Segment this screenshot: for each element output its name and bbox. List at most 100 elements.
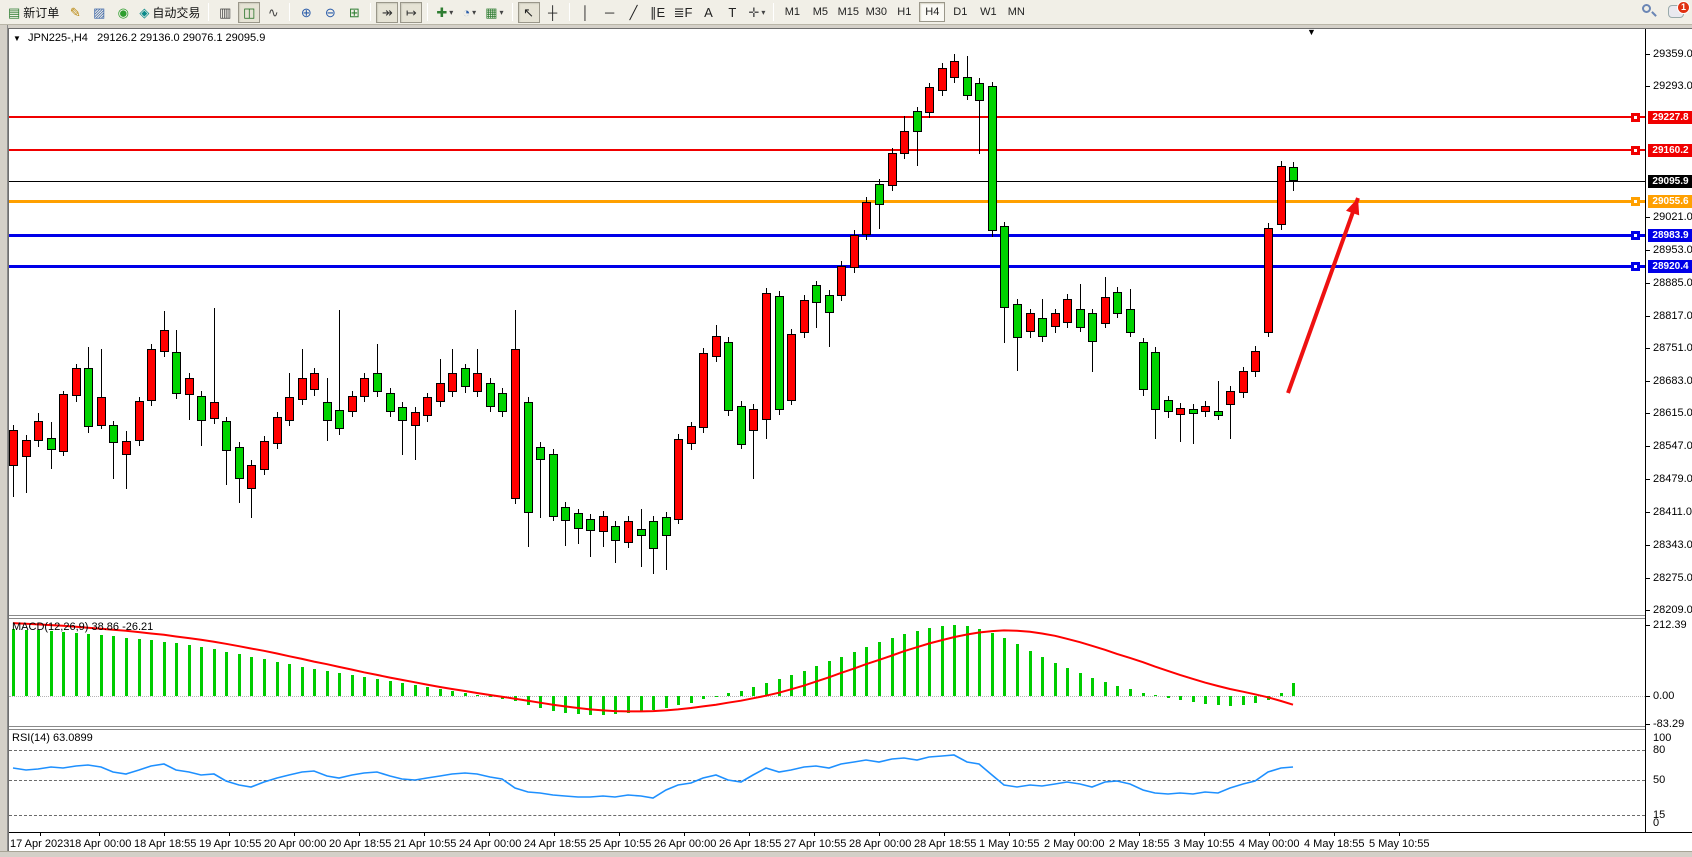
macd-indicator-label: MACD(12,26,9) 38.86 -26.21 — [12, 621, 153, 633]
hline-drag-handle[interactable] — [1631, 197, 1640, 206]
trend-arrow-object[interactable] — [1288, 198, 1358, 393]
channel-icon: ∥E — [650, 6, 665, 19]
timeframe-d1-button[interactable]: D1 — [947, 2, 973, 22]
candle-body — [1139, 342, 1148, 390]
candle-body — [850, 235, 859, 268]
text-button[interactable]: A — [697, 2, 719, 23]
timeframe-h1-button[interactable]: H1 — [891, 2, 917, 22]
macd-histogram-bar — [37, 630, 40, 696]
chart-pencil-button[interactable]: ✎ — [64, 2, 86, 23]
chart-shift-button[interactable]: ↦ — [400, 2, 422, 23]
periods-dropdown[interactable]: ◔▾ — [458, 2, 480, 23]
timeframe-mn-button[interactable]: MN — [1003, 2, 1029, 22]
tile-windows-icon: ⊞ — [349, 6, 360, 19]
time-axis-tick — [1009, 833, 1010, 836]
candle-body — [950, 61, 959, 78]
price-axis-label: 28479.0 — [1653, 473, 1692, 485]
candle-body — [1088, 313, 1097, 342]
candle-body — [925, 87, 934, 113]
rsi-level-line-50 — [9, 780, 1645, 781]
templates-dropdown[interactable]: ▦▾ — [482, 2, 506, 23]
time-axis-tick — [164, 833, 165, 836]
indicators-dropdown[interactable]: ✚▾ — [433, 2, 456, 23]
new-order-button[interactable]: ▤新订单 — [5, 2, 62, 23]
price-axis-label: 28547.0 — [1653, 440, 1692, 452]
signals-button[interactable]: ◉ — [112, 2, 134, 23]
candle-body — [1000, 226, 1009, 308]
candlestick-chart-button[interactable]: ◫ — [238, 2, 260, 23]
macd-histogram-bar — [702, 696, 705, 699]
horizontal-line-object[interactable] — [9, 265, 1645, 268]
price-axis[interactable]: 29359.029293.029021.028953.028885.028817… — [1645, 29, 1692, 832]
macd-histogram-bar — [690, 696, 693, 703]
tile-windows-button[interactable]: ⊞ — [343, 2, 365, 23]
timeframe-m30-button[interactable]: M30 — [863, 2, 889, 22]
market-watch-button[interactable]: ▨ — [88, 2, 110, 23]
zoom-in-button[interactable]: ⊕ — [295, 2, 317, 23]
chart-shift-marker-icon[interactable]: ▼ — [1307, 29, 1316, 37]
pane-separator[interactable] — [9, 615, 1645, 619]
price-badge: 29160.2 — [1648, 144, 1692, 157]
templates-icon: ▦ — [485, 6, 497, 19]
timeframe-m5-button[interactable]: M5 — [807, 2, 833, 22]
candle-body — [712, 336, 721, 357]
zoom-out-button[interactable]: ⊖ — [319, 2, 341, 23]
fibonacci-button[interactable]: ≣F — [671, 2, 696, 23]
horizontal-line-object[interactable] — [9, 200, 1645, 203]
line-chart-button[interactable]: ∿ — [262, 2, 284, 23]
bar-chart-icon: ▥ — [219, 6, 231, 19]
arrows-dropdown[interactable]: ✛▾ — [745, 2, 768, 23]
text-icon: A — [704, 6, 713, 19]
bid-price-line[interactable] — [9, 181, 1645, 182]
time-axis-label: 18 Apr 00:00 — [69, 838, 131, 850]
pane-separator[interactable] — [9, 726, 1645, 730]
notifications-icon[interactable]: 1 — [1668, 5, 1684, 18]
macd-histogram-bar — [665, 696, 668, 708]
macd-histogram-bar — [778, 679, 781, 696]
candle-body — [285, 397, 294, 421]
candle-body — [473, 373, 482, 392]
cursor-button[interactable]: ↖ — [518, 2, 540, 23]
horizontal-line-object[interactable] — [9, 116, 1645, 118]
text-label-button[interactable]: T — [721, 2, 743, 23]
time-axis-tick — [554, 833, 555, 836]
horizontal-line-object[interactable] — [9, 234, 1645, 237]
zoom-out-icon: ⊖ — [325, 6, 336, 19]
macd-histogram-bar — [564, 696, 567, 713]
candle-body — [323, 402, 332, 421]
autotrading-button[interactable]: ◈自动交易 — [136, 2, 203, 23]
timeframe-m15-button[interactable]: M15 — [835, 2, 861, 22]
macd-histogram-bar — [891, 638, 894, 696]
hline-drag-handle[interactable] — [1631, 262, 1640, 271]
hline-drag-handle[interactable] — [1631, 146, 1640, 155]
timeframe-m1-button[interactable]: M1 — [779, 2, 805, 22]
macd-histogram-bar — [1192, 696, 1195, 702]
price-axis-tick — [1646, 250, 1650, 251]
bar-chart-button[interactable]: ▥ — [214, 2, 236, 23]
horizontal-line-object[interactable] — [9, 149, 1645, 151]
candle-body — [1038, 318, 1047, 337]
crosshair-button[interactable]: ┼ — [542, 2, 564, 23]
macd-histogram-bar — [1217, 696, 1220, 705]
macd-histogram-bar — [928, 628, 931, 696]
horizontal-line-button[interactable]: ─ — [599, 2, 621, 23]
chart-ohlc-values: 29126.2 29136.0 29076.1 29095.9 — [97, 32, 265, 44]
auto-scroll-button[interactable]: ↠ — [376, 2, 398, 23]
chart-menu-icon[interactable]: ▼ — [13, 34, 21, 43]
macd-histogram-bar — [1041, 657, 1044, 696]
hline-drag-handle[interactable] — [1631, 113, 1640, 122]
chart-plot-area[interactable]: ▼ JPN225-,H4 29126.2 29136.0 29076.1 290… — [9, 29, 1645, 832]
time-axis[interactable]: 17 Apr 202318 Apr 00:0018 Apr 18:5519 Ap… — [9, 832, 1692, 852]
timeframe-h4-button[interactable]: H4 — [919, 2, 945, 22]
search-icon[interactable] — [1640, 2, 1658, 20]
candle-body — [637, 529, 646, 536]
macd-histogram-bar — [1054, 663, 1057, 696]
time-axis-label: 24 Apr 00:00 — [459, 838, 521, 850]
trendline-button[interactable]: ╱ — [623, 2, 645, 23]
channel-button[interactable]: ∥E — [647, 2, 669, 23]
trendline-icon: ╱ — [630, 6, 638, 19]
hline-drag-handle[interactable] — [1631, 231, 1640, 240]
vertical-line-button[interactable]: │ — [575, 2, 597, 23]
time-axis-label: 20 Apr 00:00 — [264, 838, 326, 850]
timeframe-w1-button[interactable]: W1 — [975, 2, 1001, 22]
